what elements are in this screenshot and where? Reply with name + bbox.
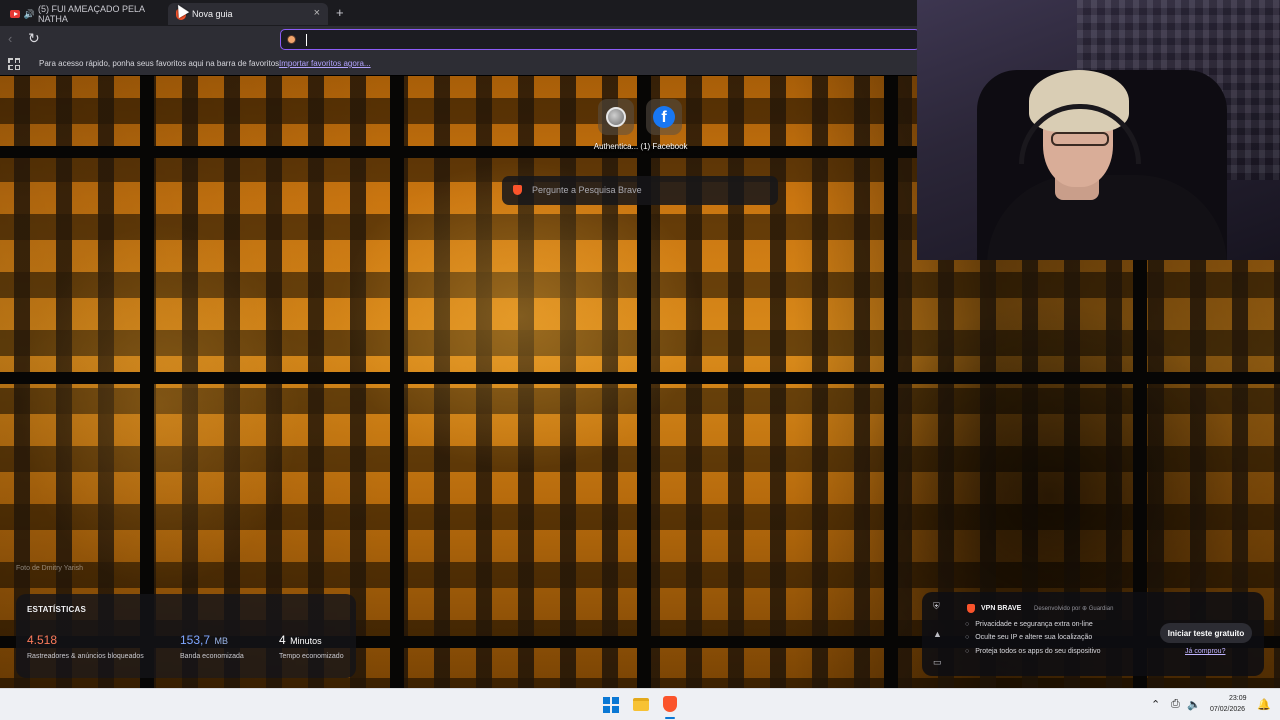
- taskbar: ⌃ ⎙ 🔈 23:09 07/02/2026 🔔: [0, 688, 1280, 720]
- stat-trackers: 4.518 Rastreadores & anúncios bloqueados: [27, 631, 144, 660]
- top-site-authentica[interactable]: Authentica...: [592, 99, 640, 151]
- brave-icon: [513, 185, 522, 195]
- new-tab-button[interactable]: +: [336, 5, 344, 20]
- windows-start-icon[interactable]: [603, 697, 619, 713]
- active-app-indicator: [665, 717, 675, 719]
- stat-label: Tempo economizado: [279, 653, 344, 660]
- site-label: Authentica...: [593, 142, 639, 151]
- search-placeholder: Pergunte a Pesquisa Brave: [532, 185, 642, 195]
- notification-icon[interactable]: 🔔: [1257, 698, 1271, 711]
- youtube-icon: [10, 10, 20, 18]
- globe-icon: [606, 107, 626, 127]
- stat-unit: Minutos: [290, 636, 322, 646]
- stats-widget: ESTATÍSTICAS 4.518 Rastreadores & anúnci…: [16, 594, 356, 678]
- brave-icon: [967, 604, 975, 613]
- import-bookmarks-link[interactable]: Importar favoritos agora...: [279, 59, 371, 68]
- address-bar[interactable]: [280, 29, 920, 50]
- file-explorer-icon[interactable]: [633, 698, 649, 711]
- start-trial-button[interactable]: Iniciar teste gratuito: [1160, 623, 1252, 643]
- bookmarks-bar: Para acesso rápido, ponha seus favoritos…: [0, 53, 918, 75]
- brave-shield-icon[interactable]: [287, 35, 296, 44]
- vpn-feature: ○ Proteja todos os apps do seu dispositiv…: [965, 648, 1101, 655]
- vpn-developer: Desenvolvido por ⊕ Guardian: [1034, 606, 1114, 612]
- check-icon: ○: [965, 648, 970, 655]
- tab-new-tab[interactable]: Nova guia ×: [168, 3, 328, 25]
- site-label: (1) Facebook: [640, 142, 688, 151]
- volume-icon[interactable]: 🔈: [1187, 698, 1201, 711]
- text-caret: [306, 34, 307, 46]
- speaker-icon[interactable]: 🔊: [24, 9, 35, 20]
- tab-strip: 🔊 (5) FUI AMEAÇADO PELA NATHA Nova guia …: [0, 0, 918, 26]
- close-tab-icon[interactable]: ×: [314, 7, 320, 19]
- facebook-icon: f: [653, 106, 675, 128]
- vpn-title: VPN BRAVE: [981, 605, 1022, 612]
- photo-credit[interactable]: Foto de Dmitry Yarish: [16, 565, 83, 572]
- tab-title: (5) FUI AMEAÇADO PELA NATHA: [38, 4, 145, 24]
- apps-grid-icon[interactable]: [8, 58, 20, 70]
- vpn-card: ⛨ ▲ ▭ VPN BRAVE Desenvolvido por ⊕ Guard…: [922, 592, 1264, 676]
- stat-value: 153,7: [180, 633, 211, 647]
- webcam-overlay: [917, 0, 1280, 260]
- stat-value: 4.518: [27, 633, 58, 647]
- back-arrow-icon[interactable]: ‹: [8, 31, 12, 46]
- tab-youtube[interactable]: 🔊 (5) FUI AMEAÇADO PELA NATHA: [4, 3, 162, 25]
- stat-unit: MB: [214, 636, 228, 646]
- bookmarks-hint: Para acesso rápido, ponha seus favoritos…: [39, 59, 282, 68]
- brave-search-box[interactable]: Pergunte a Pesquisa Brave: [502, 176, 778, 205]
- shield-icon[interactable]: ⛨: [933, 601, 940, 612]
- toolbar: ‹ ↻: [0, 26, 920, 53]
- stat-value: 4: [279, 633, 286, 647]
- stats-title: ESTATÍSTICAS: [27, 605, 86, 614]
- chevron-up-icon[interactable]: ⌃: [1151, 698, 1160, 711]
- vpn-feature: ○ Privacidade e segurança extra on-line: [965, 621, 1093, 628]
- top-site-facebook[interactable]: f (1) Facebook: [640, 99, 688, 151]
- stat-time: 4 Minutos Tempo economizado: [279, 631, 344, 660]
- already-bought-link[interactable]: Já comprou?: [1185, 648, 1225, 655]
- address-input[interactable]: [303, 32, 883, 47]
- reload-icon[interactable]: ↻: [28, 30, 40, 47]
- stat-label: Banda economizada: [180, 653, 244, 660]
- site-tile: [598, 99, 634, 135]
- network-icon[interactable]: ⎙: [1171, 698, 1180, 711]
- stat-bandwidth: 153,7 MB Banda economizada: [180, 631, 244, 660]
- tab-title: Nova guia: [192, 9, 233, 19]
- check-icon: ○: [965, 634, 970, 641]
- vpn-feature: ○ Oculte seu IP e altere sua localização: [965, 634, 1093, 641]
- bell-icon[interactable]: ▲: [933, 629, 942, 639]
- brave-taskbar-icon[interactable]: [663, 696, 677, 712]
- site-tile: f: [646, 99, 682, 135]
- stat-label: Rastreadores & anúncios bloqueados: [27, 653, 144, 660]
- check-icon: ○: [965, 621, 970, 628]
- clock-date[interactable]: 07/02/2026: [1210, 706, 1245, 713]
- card-icon[interactable]: ▭: [933, 657, 942, 668]
- clock-time[interactable]: 23:09: [1229, 695, 1247, 702]
